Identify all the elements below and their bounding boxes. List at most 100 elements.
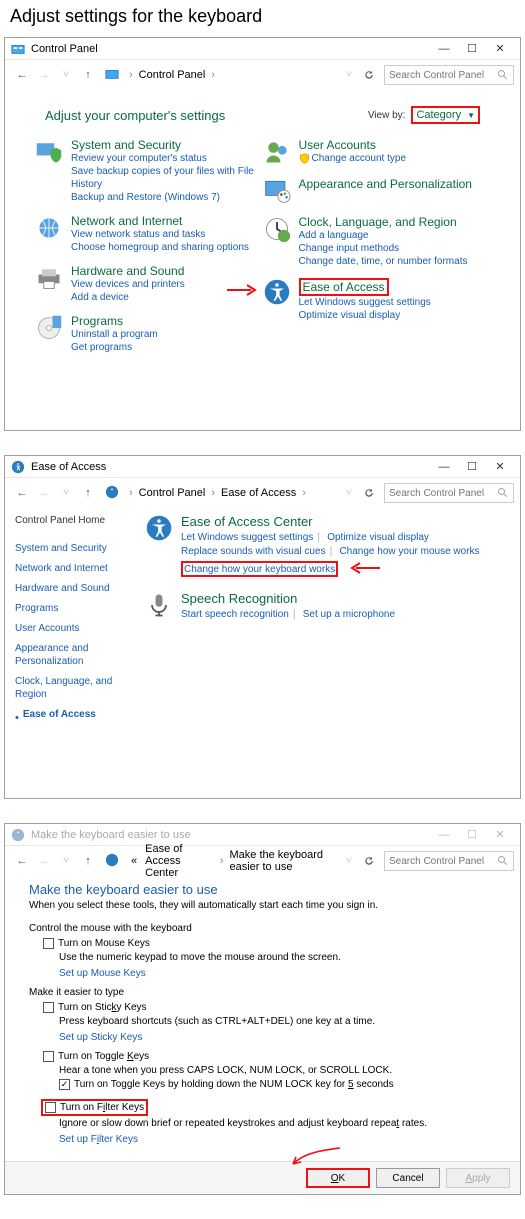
close-button[interactable]: ✕ bbox=[486, 457, 514, 477]
microphone-icon bbox=[145, 591, 173, 619]
ease-of-access-icon bbox=[11, 460, 25, 474]
breadcrumb-dropdown[interactable]: ˅ bbox=[338, 850, 360, 872]
link-setup-filter-keys[interactable]: Set up Filter Keys bbox=[59, 1134, 138, 1145]
sidebar-item[interactable]: System and Security bbox=[15, 542, 137, 555]
apply-button[interactable]: ApplyApply bbox=[446, 1168, 510, 1188]
breadcrumb-dropdown[interactable]: ˅ bbox=[338, 64, 360, 86]
cat-clock-lang-region[interactable]: Clock, Language, and Region bbox=[299, 215, 468, 229]
back-button[interactable]: ← bbox=[11, 850, 33, 872]
link[interactable]: Save backup copies of your files with Fi… bbox=[71, 165, 263, 191]
cat-appearance[interactable]: Appearance and Personalization bbox=[299, 177, 472, 191]
maximize-button[interactable]: ☐ bbox=[458, 39, 486, 59]
search-icon bbox=[497, 69, 509, 81]
link[interactable]: Optimize visual display bbox=[327, 532, 429, 543]
sidebar-control-panel-home[interactable]: Control Panel Home bbox=[15, 514, 137, 527]
sidebar-item[interactable]: Appearance and Personalization bbox=[15, 642, 137, 668]
cat-network-internet[interactable]: Network and Internet bbox=[71, 214, 249, 228]
keyboard-easier-subheading: When you select these tools, they will a… bbox=[29, 900, 496, 911]
recent-button[interactable]: ˅ bbox=[55, 64, 77, 86]
link-change-keyboard-works[interactable]: Change how your keyboard works bbox=[184, 564, 335, 575]
checkbox-toggle-keys[interactable]: Turn on Toggle Keys bbox=[43, 1051, 496, 1062]
window-title: Ease of Access bbox=[31, 461, 430, 473]
adjust-heading: Adjust your computer's settings bbox=[45, 108, 368, 123]
link[interactable]: Add a language bbox=[299, 229, 468, 242]
ok-button[interactable]: OOKK bbox=[306, 1168, 370, 1188]
refresh-button[interactable] bbox=[360, 852, 378, 870]
link[interactable]: Set up a microphone bbox=[303, 609, 395, 620]
close-button[interactable]: ✕ bbox=[486, 825, 514, 845]
minimize-button[interactable]: — bbox=[430, 457, 458, 477]
checkbox-filter-keys[interactable]: Turn on Filter Keys bbox=[45, 1102, 144, 1113]
search-box[interactable] bbox=[384, 851, 514, 871]
link[interactable]: View devices and printers bbox=[71, 278, 185, 291]
right-column: User Accounts Change account type Appear… bbox=[263, 138, 491, 364]
sidebar-item[interactable]: Hardware and Sound bbox=[15, 582, 137, 595]
checkbox-toggle-hold[interactable]: ✓ Turn on Toggle Keys by holding down th… bbox=[59, 1079, 496, 1090]
cat-user-accounts[interactable]: User Accounts bbox=[299, 138, 407, 152]
back-button[interactable]: ← bbox=[11, 482, 33, 504]
cat-system-security[interactable]: System and Security bbox=[71, 138, 263, 152]
red-arrow-icon bbox=[285, 1146, 345, 1170]
maximize-button[interactable]: ☐ bbox=[458, 457, 486, 477]
recent-button[interactable]: ˅ bbox=[55, 482, 77, 504]
sidebar-item[interactable]: Network and Internet bbox=[15, 562, 137, 575]
link[interactable]: Let Windows suggest settings bbox=[299, 296, 431, 309]
checkbox-mouse-keys[interactable]: Turn on Mouse Keys bbox=[43, 938, 496, 949]
search-box[interactable] bbox=[384, 483, 514, 503]
view-by-dropdown[interactable]: Category▼ bbox=[411, 106, 480, 124]
breadcrumb-dropdown[interactable]: ˅ bbox=[338, 482, 360, 504]
sidebar-item[interactable]: Clock, Language, and Region bbox=[15, 675, 137, 701]
link[interactable]: Add a device bbox=[71, 291, 185, 304]
breadcrumb[interactable]: › Control Panel › Ease of Access › bbox=[127, 487, 332, 499]
crumb-control-panel[interactable]: Control Panel bbox=[135, 69, 210, 81]
link[interactable]: Start speech recognition bbox=[181, 609, 289, 620]
recent-button[interactable]: ˅ bbox=[55, 850, 77, 872]
cancel-button[interactable]: Cancel bbox=[376, 1168, 440, 1188]
up-button[interactable]: ↑ bbox=[77, 64, 99, 86]
link[interactable]: Change how your mouse works bbox=[339, 546, 479, 557]
link[interactable]: Change account type bbox=[312, 152, 407, 165]
ease-of-access-center-heading[interactable]: Ease of Access Center bbox=[181, 514, 480, 529]
link[interactable]: Let Windows suggest settings bbox=[181, 532, 313, 543]
link[interactable]: View network status and tasks bbox=[71, 228, 249, 241]
breadcrumb[interactable]: › Control Panel › bbox=[127, 69, 332, 81]
link[interactable]: Uninstall a program bbox=[71, 328, 158, 341]
search-input[interactable] bbox=[389, 856, 497, 867]
sidebar-item[interactable]: Programs bbox=[15, 602, 137, 615]
search-input[interactable] bbox=[389, 70, 497, 81]
link[interactable]: Choose homegroup and sharing options bbox=[71, 241, 249, 254]
breadcrumb[interactable]: « Ease of Access Center › Make the keybo… bbox=[127, 843, 332, 879]
link[interactable]: Change input methods bbox=[299, 242, 468, 255]
close-button[interactable]: ✕ bbox=[486, 39, 514, 59]
link-setup-mouse-keys[interactable]: Set up Mouse Keys bbox=[59, 968, 146, 979]
sidebar-item[interactable]: User Accounts bbox=[15, 622, 137, 635]
ease-of-access-icon bbox=[105, 485, 119, 502]
link[interactable]: Get programs bbox=[71, 341, 158, 354]
chevron-down-icon: ▼ bbox=[467, 111, 475, 120]
search-box[interactable] bbox=[384, 65, 514, 85]
control-panel-icon bbox=[11, 42, 25, 56]
cat-hardware-sound[interactable]: Hardware and Sound bbox=[71, 264, 185, 278]
up-button[interactable]: ↑ bbox=[77, 850, 99, 872]
checkbox-sticky-keys[interactable]: Turn on Sticky Keys bbox=[43, 1002, 496, 1013]
speech-recognition-heading[interactable]: Speech Recognition bbox=[181, 591, 395, 606]
link[interactable]: Optimize visual display bbox=[299, 309, 431, 322]
link[interactable]: Replace sounds with visual cues bbox=[181, 546, 326, 557]
link[interactable]: Review your computer's status bbox=[71, 152, 263, 165]
sidebar-item-ease-of-access[interactable]: Ease of Access bbox=[23, 708, 96, 721]
refresh-button[interactable] bbox=[360, 66, 378, 84]
link-setup-sticky-keys[interactable]: Set up Sticky Keys bbox=[59, 1032, 142, 1043]
maximize-button[interactable]: ☐ bbox=[458, 825, 486, 845]
minimize-button[interactable]: — bbox=[430, 825, 458, 845]
refresh-button[interactable] bbox=[360, 484, 378, 502]
search-input[interactable] bbox=[389, 488, 497, 499]
sidebar: Control Panel Home System and Security N… bbox=[15, 514, 145, 792]
window-control-panel: Control Panel — ☐ ✕ ← → ˅ ↑ › Control Pa… bbox=[4, 37, 521, 431]
cat-programs[interactable]: Programs bbox=[71, 314, 158, 328]
minimize-button[interactable]: — bbox=[430, 39, 458, 59]
link[interactable]: Backup and Restore (Windows 7) bbox=[71, 191, 263, 204]
link[interactable]: Change date, time, or number formats bbox=[299, 255, 468, 268]
cat-ease-of-access[interactable]: Ease of Access bbox=[303, 280, 385, 294]
up-button[interactable]: ↑ bbox=[77, 482, 99, 504]
back-button[interactable]: ← bbox=[11, 64, 33, 86]
